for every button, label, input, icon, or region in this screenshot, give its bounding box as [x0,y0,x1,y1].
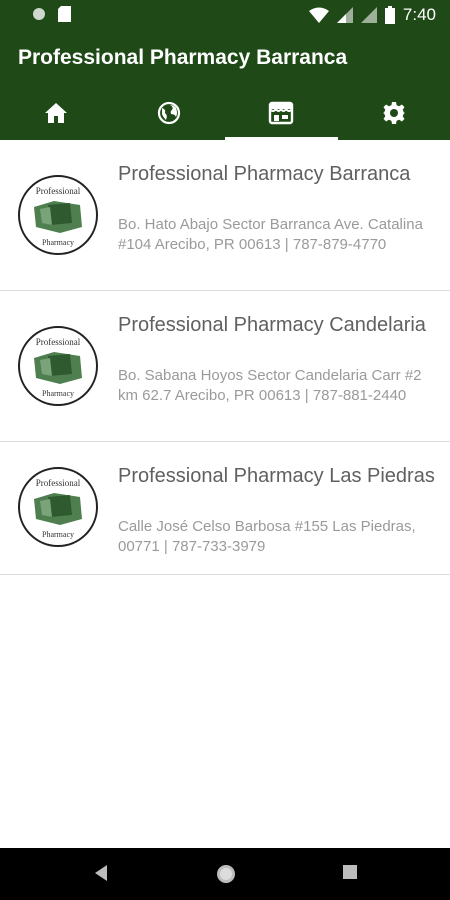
logo-top-text: Professional [36,478,81,488]
pharmacy-list: Professional Pharmacy Professional Pharm… [0,140,450,575]
logo-bottom-text: Pharmacy [42,238,74,247]
tab-settings[interactable] [338,85,450,140]
settings-icon [382,101,405,124]
logo-top-text: Professional [36,337,81,347]
wifi-icon [308,7,329,23]
app-title: Professional Pharmacy Barranca [18,46,348,69]
pharmacy-address: Bo. Hato Abajo Sector Barranca Ave. Cata… [118,216,423,253]
list-item[interactable]: Professional Pharmacy Professional Pharm… [0,140,450,291]
home-circle-icon[interactable] [215,863,237,885]
pharmacy-name: Professional Pharmacy Las Piedras [118,465,435,487]
signal-icon [336,7,353,23]
pharmacy-logo: Professional Pharmacy [18,467,98,547]
list-item[interactable]: Professional Pharmacy Professional Pharm… [0,291,450,442]
tab-bar [0,85,450,140]
logo-bottom-text: Pharmacy [42,389,74,398]
globe-icon [157,101,180,124]
tab-store[interactable] [225,85,338,140]
status-bar: 7:40 [0,0,450,30]
home-icon [45,102,68,123]
app-bar: Professional Pharmacy Barranca [0,30,450,140]
navigation-bar [0,848,450,900]
tab-home[interactable] [0,85,113,140]
status-time: 7:40 [402,5,436,24]
circle-notification-icon [33,8,45,20]
list-item[interactable]: Professional Pharmacy Professional Pharm… [0,442,450,575]
pharmacy-logo: Professional Pharmacy [18,326,98,406]
recents-icon[interactable] [342,864,358,880]
pharmacy-address: Calle José Celso Barbosa #155 Las Piedra… [118,518,416,555]
tab-globe[interactable] [113,85,226,140]
pharmacy-logo: Professional Pharmacy [18,175,98,255]
back-icon[interactable] [93,864,109,882]
sd-card-icon [58,6,71,22]
store-icon [269,101,294,124]
pharmacy-name: Professional Pharmacy Candelaria [118,314,426,336]
signal-icon [360,7,377,23]
pharmacy-address: Bo. Sabana Hoyos Sector Candelaria Carr … [118,367,422,404]
pharmacy-name: Professional Pharmacy Barranca [118,163,411,185]
logo-bottom-text: Pharmacy [42,530,74,539]
battery-icon [384,6,395,24]
logo-top-text: Professional [36,186,81,196]
